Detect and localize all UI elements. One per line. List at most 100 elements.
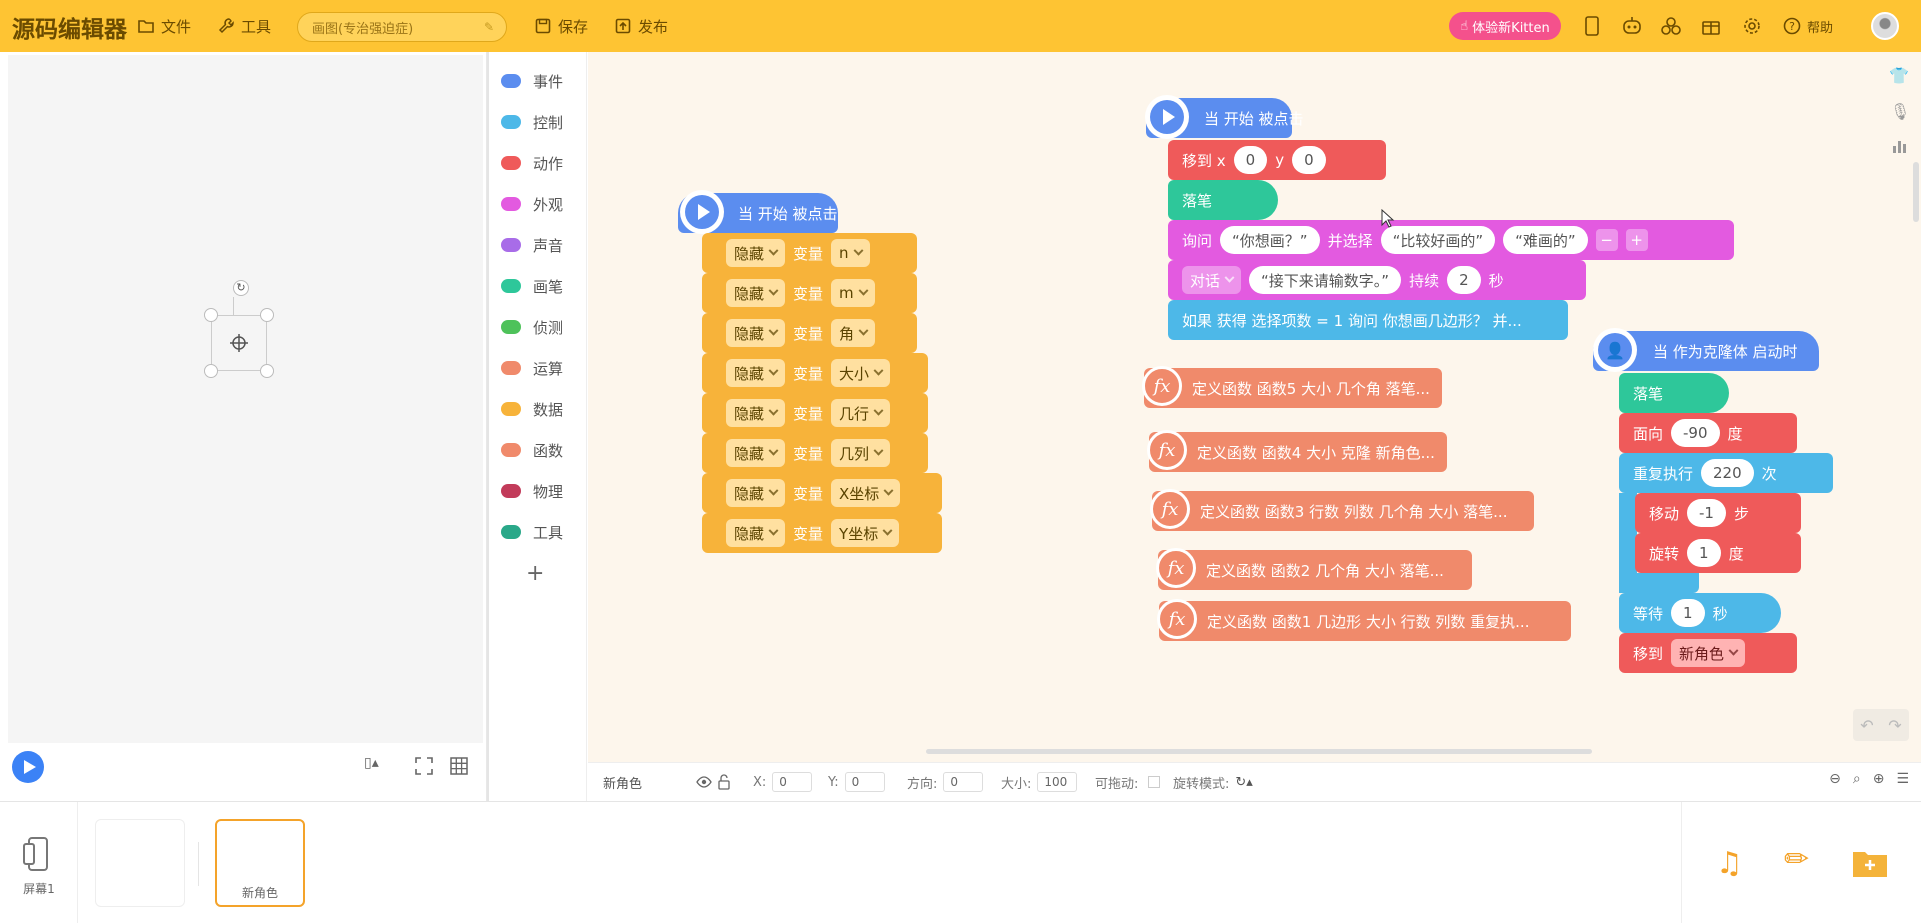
hide-variable-block[interactable]: 隐藏 变量 几行 bbox=[702, 393, 928, 433]
resize-handle[interactable] bbox=[260, 308, 274, 322]
code-workspace[interactable]: 当 开始 被点击 隐藏 变量 n 隐藏 变量 m 隐藏 变量角隐藏 变量 大小 隐藏 变量 几行 隐藏 变量… bbox=[588, 52, 1921, 762]
variable-dropdown[interactable]: 几列 bbox=[831, 439, 891, 467]
hide-show-dropdown[interactable]: 隐藏 bbox=[726, 359, 786, 387]
question-input[interactable]: “你想画？” bbox=[1220, 226, 1320, 254]
zoom-reset-icon[interactable]: ⌕ bbox=[1853, 771, 1861, 787]
wait-secs-input[interactable]: 1 bbox=[1671, 599, 1705, 627]
hide-show-dropdown[interactable]: 隐藏 bbox=[726, 519, 786, 547]
settings-gear-icon[interactable] bbox=[1742, 16, 1762, 36]
repeat-block[interactable]: 重复执行 220 次 bbox=[1619, 453, 1833, 493]
try-kitten-button[interactable]: ☝ 体验新Kitten bbox=[1449, 12, 1561, 40]
sprite-thumbnail-selected[interactable]: 新角色 bbox=[215, 819, 305, 907]
music-note-icon[interactable]: ♫ bbox=[1716, 846, 1743, 881]
category-item[interactable]: 控制 bbox=[501, 106, 563, 138]
category-item[interactable]: 函数 bbox=[501, 434, 563, 466]
category-item[interactable]: 动作 bbox=[501, 147, 563, 179]
direction-value[interactable]: 0 bbox=[943, 772, 984, 792]
variable-dropdown[interactable]: 大小 bbox=[831, 359, 891, 387]
move-to-xy-block[interactable]: 移到 x 0 y 0 bbox=[1168, 140, 1386, 180]
robot-icon[interactable] bbox=[1621, 16, 1643, 36]
option-1-input[interactable]: “比较好画的” bbox=[1380, 226, 1496, 254]
project-name-input[interactable]: 画图(专治强迫症) ✎ bbox=[297, 12, 507, 42]
hide-show-dropdown[interactable]: 隐藏 bbox=[726, 439, 786, 467]
phone-icon[interactable] bbox=[1583, 16, 1601, 36]
repeat-count-input[interactable]: 220 bbox=[1701, 459, 1754, 487]
tools-menu-button[interactable]: 工具 bbox=[217, 0, 271, 52]
hide-show-dropdown[interactable]: 隐藏 bbox=[726, 319, 786, 347]
say-for-secs-block[interactable]: 对话 “接下来请输数字。” 持续 2 秒 bbox=[1168, 260, 1586, 300]
costume-icon[interactable]: 👕 bbox=[1889, 66, 1909, 85]
hide-show-dropdown[interactable]: 隐藏 bbox=[726, 479, 786, 507]
run-button[interactable] bbox=[12, 751, 44, 783]
say-text-input[interactable]: “接下来请输数字。” bbox=[1249, 266, 1402, 294]
go-to-sprite-block[interactable]: 移到 新角色 bbox=[1619, 633, 1797, 673]
variable-dropdown[interactable]: 角 bbox=[831, 319, 876, 347]
draggable-checkbox[interactable] bbox=[1148, 776, 1161, 788]
hide-variable-block[interactable]: 隐藏 变量 n bbox=[702, 233, 917, 273]
rotate-handle-icon[interactable]: ↻ bbox=[233, 280, 249, 296]
add-folder-icon[interactable] bbox=[1852, 848, 1888, 878]
turn-degrees-block[interactable]: 旋转 1 度 bbox=[1635, 533, 1801, 573]
degrees-input[interactable]: 1 bbox=[1687, 539, 1721, 567]
define-function-block[interactable]: 定义函数 函数5 大小 几个角 落笔... bbox=[1144, 368, 1442, 408]
draggable-field[interactable]: 可拖动: bbox=[1095, 763, 1161, 801]
steps-input[interactable]: -1 bbox=[1687, 499, 1726, 527]
device-mode-icon[interactable]: ▯▴ bbox=[364, 755, 394, 779]
pen-down-block[interactable]: 落笔 bbox=[1168, 180, 1278, 220]
hide-variable-block[interactable]: 隐藏 变量 Y坐标 bbox=[702, 513, 942, 553]
category-item[interactable]: 工具 bbox=[501, 516, 563, 548]
define-function-block[interactable]: 定义函数 函数1 几边形 大小 行数 列数 重复执... bbox=[1159, 601, 1571, 641]
remove-option-button[interactable]: − bbox=[1595, 229, 1618, 251]
eye-icon[interactable] bbox=[696, 774, 712, 790]
menu-icon[interactable]: ☰ bbox=[1896, 771, 1909, 787]
y-value[interactable]: 0 bbox=[844, 772, 885, 792]
lock-icon[interactable] bbox=[717, 774, 731, 790]
hide-show-dropdown[interactable]: 隐藏 bbox=[726, 279, 786, 307]
horizontal-scrollbar[interactable] bbox=[926, 749, 1592, 754]
hide-variable-block[interactable]: 隐藏 变量 m bbox=[702, 273, 917, 313]
define-function-block[interactable]: 定义函数 函数3 行数 列数 几个角 大小 落笔... bbox=[1152, 491, 1534, 531]
rotation-mode-field[interactable]: 旋转模式: ↻▴ bbox=[1173, 763, 1253, 801]
gift-icon[interactable] bbox=[1701, 16, 1721, 36]
paint-pencil-icon[interactable]: ✏ bbox=[1784, 842, 1809, 877]
stage-canvas[interactable]: ↻ bbox=[8, 55, 483, 743]
file-menu-button[interactable]: 文件 bbox=[137, 0, 191, 52]
variable-dropdown[interactable]: n bbox=[831, 239, 870, 267]
hide-variable-block[interactable]: 隐藏 变量角 bbox=[702, 313, 917, 353]
save-button[interactable]: 保存 bbox=[534, 0, 588, 52]
x-input[interactable]: 0 bbox=[1233, 146, 1268, 174]
category-item[interactable]: 侦测 bbox=[501, 311, 563, 343]
size-field[interactable]: 大小: 100 bbox=[1001, 763, 1078, 801]
hide-show-dropdown[interactable]: 隐藏 bbox=[726, 399, 786, 427]
wait-block[interactable]: 等待 1 秒 bbox=[1619, 593, 1781, 633]
add-option-button[interactable]: + bbox=[1625, 229, 1648, 251]
resize-handle[interactable] bbox=[204, 364, 218, 378]
user-avatar[interactable] bbox=[1871, 12, 1899, 40]
publish-button[interactable]: 发布 bbox=[614, 0, 668, 52]
hide-variable-block[interactable]: 隐藏 变量 大小 bbox=[702, 353, 928, 393]
define-function-block[interactable]: 定义函数 函数2 几个角 大小 落笔... bbox=[1158, 550, 1472, 590]
category-item[interactable]: 外观 bbox=[501, 188, 563, 220]
secs-input[interactable]: 2 bbox=[1447, 266, 1481, 294]
variable-dropdown[interactable]: Y坐标 bbox=[831, 519, 900, 547]
category-item[interactable]: 运算 bbox=[501, 352, 563, 384]
screen-panel[interactable]: 屏幕1 bbox=[0, 802, 78, 923]
category-item[interactable]: 物理 bbox=[501, 475, 563, 507]
background-thumbnail[interactable] bbox=[95, 819, 185, 907]
add-extension-button[interactable]: + bbox=[526, 561, 544, 586]
community-icon[interactable] bbox=[1660, 15, 1682, 37]
target-sprite-dropdown[interactable]: 新角色 bbox=[1671, 639, 1746, 667]
move-steps-block[interactable]: 移动 -1 步 bbox=[1635, 493, 1801, 533]
ask-and-choose-block[interactable]: 询问 “你想画？” 并选择 “比较好画的” “难画的” − + bbox=[1168, 220, 1734, 260]
direction-input[interactable]: -90 bbox=[1671, 419, 1720, 447]
undo-icon[interactable]: ↶ bbox=[1860, 716, 1873, 735]
resize-handle[interactable] bbox=[204, 308, 218, 322]
category-item[interactable]: 事件 bbox=[501, 65, 563, 97]
size-value[interactable]: 100 bbox=[1037, 772, 1078, 792]
say-type-dropdown[interactable]: 对话 bbox=[1182, 266, 1242, 294]
if-block-collapsed[interactable]: 如果 获得 选择项数 = 1 询问 你想画几边形？ 并... bbox=[1168, 300, 1568, 340]
variable-dropdown[interactable]: X坐标 bbox=[831, 479, 901, 507]
define-function-block[interactable]: 定义函数 函数4 大小 克隆 新角色... bbox=[1149, 432, 1447, 472]
option-2-input[interactable]: “难画的” bbox=[1503, 226, 1588, 254]
pen-down-block[interactable]: 落笔 bbox=[1619, 373, 1729, 413]
